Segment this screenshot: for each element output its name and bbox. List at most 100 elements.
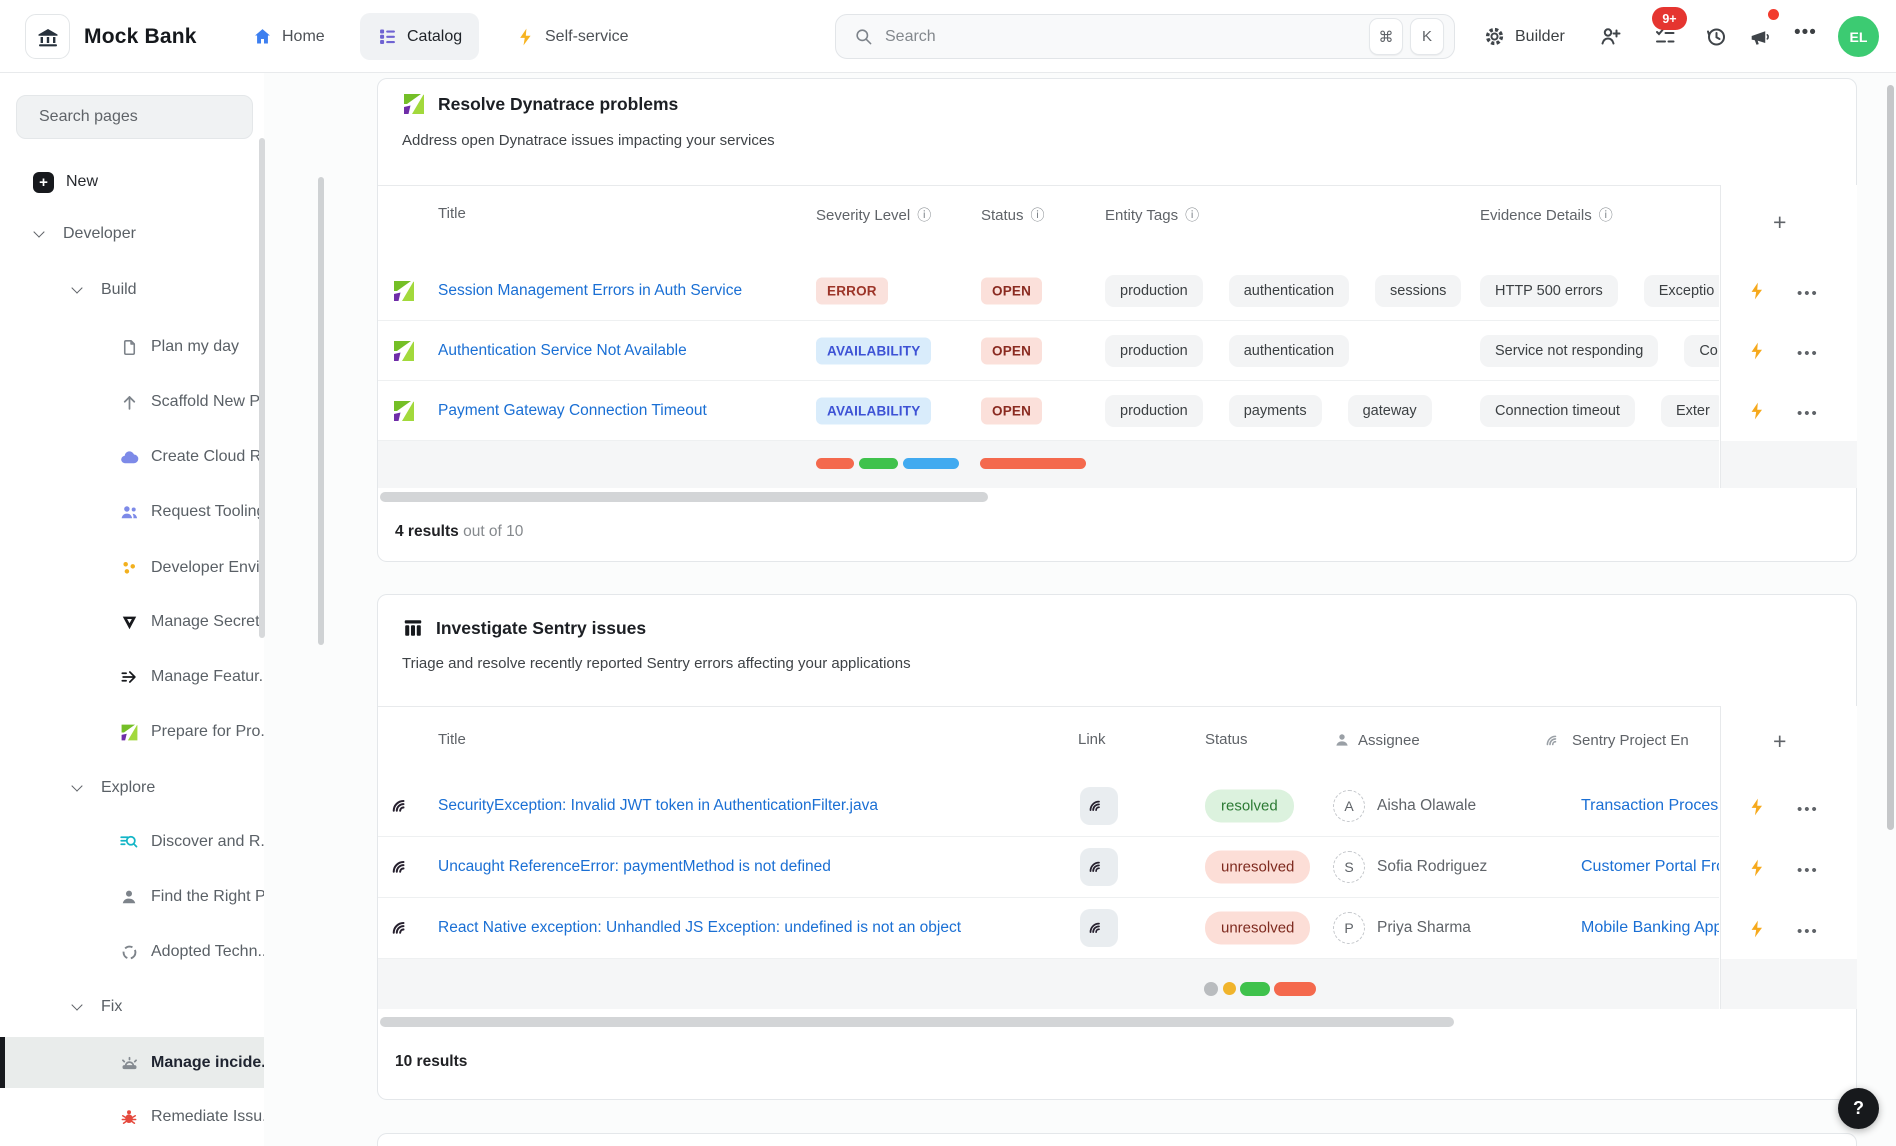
table-horizontal-scrollbar[interactable] — [380, 1017, 1454, 1027]
sidebar-item-scaffold-new[interactable]: Scaffold New Pr... — [0, 380, 264, 424]
row-actions — [1721, 381, 1857, 441]
project-link[interactable]: Transaction Processing — [1581, 797, 1719, 815]
table-row[interactable]: Uncaught ReferenceError: paymentMethod i… — [378, 837, 1719, 898]
add-column-button[interactable] — [1773, 209, 1786, 236]
sidebar-section-explore[interactable]: Explore — [0, 766, 264, 810]
dynatrace-problems-card: Resolve Dynatrace problems Address open … — [377, 78, 1857, 562]
sidebar-item-create-cloud[interactable]: Create Cloud R... — [0, 435, 264, 479]
sidebar-item-find-right-person[interactable]: Find the Right P... — [0, 875, 264, 919]
tab-self-service[interactable]: Self-service — [516, 0, 629, 73]
sentry-link-button[interactable] — [1080, 787, 1118, 825]
problem-title-link[interactable]: Authentication Service Not Available — [438, 342, 687, 360]
row-menu-button[interactable] — [1797, 345, 1819, 362]
announcements-button[interactable] — [1746, 24, 1772, 50]
problem-title-link[interactable]: Session Management Errors in Auth Servic… — [438, 282, 742, 300]
sidebar-section-developer[interactable]: Developer — [0, 212, 264, 256]
sentry-icon — [1089, 857, 1109, 877]
band-extension — [1721, 959, 1857, 1009]
row-menu-button[interactable] — [1797, 405, 1819, 422]
project-link[interactable]: Mobile Banking App — [1581, 919, 1719, 937]
assignee-name: Aisha Olawale — [1377, 797, 1476, 815]
dynatrace-icon — [392, 399, 416, 423]
help-button[interactable]: ? — [1838, 1088, 1879, 1129]
sentry-link-button[interactable] — [1080, 909, 1118, 947]
more-menu-button[interactable]: ••• — [1794, 22, 1817, 44]
sidebar-item-developer-environments[interactable]: Developer Envir... — [0, 546, 264, 590]
assignee-name: Priya Sharma — [1377, 919, 1471, 937]
sentry-link-button[interactable] — [1080, 848, 1118, 886]
column-header-evidence[interactable]: Evidence Details — [1480, 205, 1613, 225]
global-search[interactable]: ⌘ K — [835, 14, 1455, 59]
severity-badge: AVAILABILITY — [816, 397, 931, 424]
column-header-title[interactable]: Title — [438, 731, 466, 748]
user-avatar[interactable]: EL — [1838, 16, 1879, 57]
problem-title-link[interactable]: Payment Gateway Connection Timeout — [438, 402, 707, 420]
column-header-assignee[interactable]: Assignee — [1333, 731, 1420, 749]
row-menu-button[interactable] — [1797, 801, 1819, 818]
sidebar-section-build[interactable]: Build — [0, 268, 264, 312]
main-content: Resolve Dynatrace problems Address open … — [264, 73, 1896, 1146]
run-action-bolt-icon[interactable] — [1747, 857, 1767, 879]
tab-catalog[interactable]: Catalog — [360, 13, 479, 60]
sidebar-item-request-tooling[interactable]: Request Tooling — [0, 490, 264, 534]
sidebar-item-remediate-issues[interactable]: Remediate Issu... — [0, 1095, 264, 1139]
sidebar-item-manage-features[interactable]: Manage Featur... — [0, 655, 264, 699]
column-header-link[interactable]: Link — [1078, 731, 1106, 748]
column-header-entity-tags[interactable]: Entity Tags — [1105, 205, 1199, 225]
tab-home[interactable]: Home — [252, 0, 325, 73]
sentry-icon — [392, 795, 415, 818]
run-action-bolt-icon[interactable] — [1747, 918, 1767, 940]
table-row[interactable]: SecurityException: Invalid JWT token in … — [378, 776, 1719, 837]
sidebar-item-manage-incidents[interactable]: Manage incide... — [0, 1037, 264, 1088]
partial-dot — [1204, 982, 1218, 996]
column-header-sentry-project[interactable]: Sentry Project En — [1546, 731, 1689, 750]
sidebar-section-fix[interactable]: Fix — [0, 985, 264, 1029]
issue-title-link[interactable]: React Native exception: Unhandled JS Exc… — [438, 919, 961, 937]
sidebar-item-adopted-technologies[interactable]: Adopted Techn... — [0, 930, 264, 974]
run-action-bolt-icon[interactable] — [1747, 340, 1767, 362]
sidebar-scrollbar[interactable] — [259, 138, 265, 638]
content-scrollbar[interactable] — [318, 177, 324, 645]
status-badge: unresolved — [1205, 912, 1310, 945]
search-input[interactable] — [885, 28, 1362, 46]
invite-user-button[interactable] — [1598, 24, 1624, 50]
partial-row-band — [378, 441, 1719, 488]
column-header-status[interactable]: Status — [1205, 731, 1248, 748]
partial-pill — [903, 458, 959, 469]
row-menu-button[interactable] — [1797, 862, 1819, 879]
table-row[interactable]: Authentication Service Not Available AVA… — [378, 321, 1719, 381]
column-header-severity[interactable]: Severity Level — [816, 205, 931, 225]
sidebar-item-prepare-production[interactable]: Prepare for Pro... — [0, 710, 264, 754]
new-button[interactable]: + New — [0, 160, 264, 204]
issue-title-link[interactable]: Uncaught ReferenceError: paymentMethod i… — [438, 858, 831, 876]
next-card-partial — [377, 1133, 1857, 1146]
sidebar-search[interactable] — [16, 95, 253, 139]
history-button[interactable] — [1703, 24, 1729, 50]
sidebar-item-plan-my-day[interactable]: Plan my day — [0, 325, 264, 369]
table-horizontal-scrollbar[interactable] — [380, 492, 988, 502]
run-action-bolt-icon[interactable] — [1747, 400, 1767, 422]
issue-title-link[interactable]: SecurityException: Invalid JWT token in … — [438, 797, 878, 815]
table-row[interactable]: Payment Gateway Connection Timeout AVAIL… — [378, 381, 1719, 441]
results-count: 4 results out of 10 — [395, 523, 523, 541]
row-actions — [1721, 261, 1857, 321]
column-header-status[interactable]: Status — [981, 205, 1045, 225]
sidebar-item-discover[interactable]: Discover and R... — [0, 820, 264, 864]
run-action-bolt-icon[interactable] — [1747, 796, 1767, 818]
sidebar-search-input[interactable] — [39, 108, 246, 126]
builder-button[interactable]: Builder — [1483, 0, 1565, 73]
row-menu-button[interactable] — [1797, 285, 1819, 302]
app-logo[interactable] — [25, 14, 70, 59]
page-scrollbar[interactable] — [1887, 85, 1894, 830]
sidebar-item-manage-secrets[interactable]: Manage Secrets — [0, 600, 264, 644]
actions-column — [1720, 706, 1857, 1009]
project-link[interactable]: Customer Portal Frontend — [1581, 858, 1719, 876]
row-menu-button[interactable] — [1797, 923, 1819, 940]
evidence-tag: Service not responding — [1480, 335, 1658, 367]
table-row[interactable]: React Native exception: Unhandled JS Exc… — [378, 898, 1719, 959]
column-header-title[interactable]: Title — [438, 205, 466, 222]
run-action-bolt-icon[interactable] — [1747, 280, 1767, 302]
assignee-avatar: P — [1333, 912, 1365, 944]
add-column-button[interactable] — [1773, 728, 1786, 755]
table-row[interactable]: Session Management Errors in Auth Servic… — [378, 261, 1719, 321]
